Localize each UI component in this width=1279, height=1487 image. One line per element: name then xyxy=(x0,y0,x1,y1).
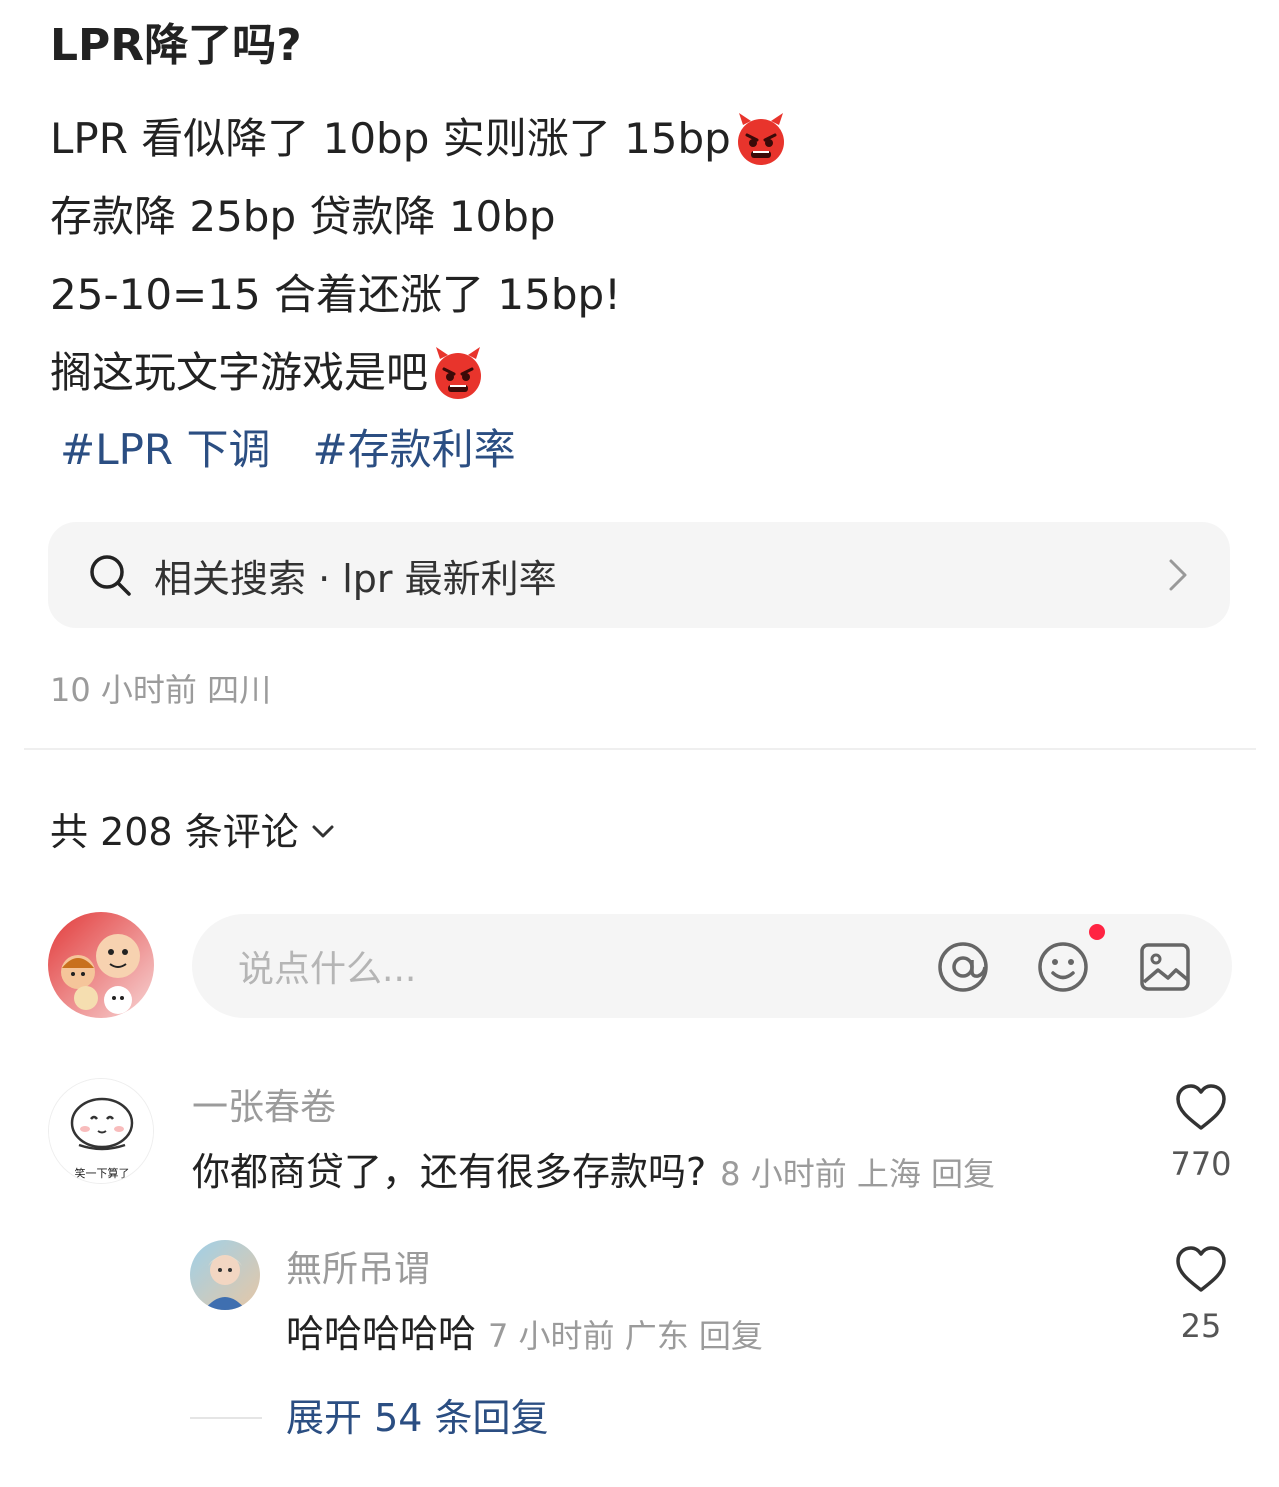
post-line-text: 25-10=15 合着还涨了 15bp! xyxy=(50,270,621,319)
avatar-image: 笑一下算了 xyxy=(49,1079,153,1183)
expand-replies-row[interactable]: 展开 54 条回复 xyxy=(190,1392,549,1444)
comment-content: 哈哈哈哈哈 7 小时前 广东 回复 xyxy=(286,1308,763,1362)
heart-icon xyxy=(1176,1246,1226,1292)
like-count: 770 xyxy=(1170,1145,1232,1183)
chevron-down-icon xyxy=(312,825,334,838)
emoji-icon[interactable] xyxy=(1036,940,1090,994)
like-button[interactable]: 770 xyxy=(1166,1082,1236,1186)
post-line-text: 搁这玩文字游戏是吧 xyxy=(50,348,429,397)
comment-text: 你都商贷了，还有很多存款吗? xyxy=(192,1150,707,1194)
related-search-text: 相关搜索 · lpr 最新利率 xyxy=(154,556,557,601)
comment-text: 哈哈哈哈哈 xyxy=(286,1312,477,1356)
post-title: LPR降了吗? xyxy=(50,20,302,71)
image-icon[interactable] xyxy=(1138,940,1192,994)
expand-replies-button[interactable]: 展开 54 条回复 xyxy=(286,1392,549,1444)
angry-devil-emoji xyxy=(737,113,784,165)
comment-meta-reply[interactable]: 8 小时前 上海 回复 xyxy=(720,1155,995,1193)
hashtag-deposit-rate[interactable]: #存款利率 xyxy=(312,418,515,482)
post-meta: 10 小时前 四川 xyxy=(50,671,272,709)
angry-devil-emoji xyxy=(435,347,482,399)
avatar-image xyxy=(190,1240,260,1310)
current-user-avatar[interactable] xyxy=(48,912,154,1018)
chevron-right-icon xyxy=(1169,559,1187,591)
notification-dot xyxy=(1089,924,1105,940)
comment-count-label: 共 208 条评论 xyxy=(50,810,299,854)
at-mention-icon[interactable] xyxy=(936,940,990,994)
related-search-bar[interactable]: 相关搜索 · lpr 最新利率 xyxy=(48,522,1230,628)
comment-content: 你都商贷了，还有很多存款吗? 8 小时前 上海 回复 xyxy=(192,1146,995,1200)
commenter-avatar[interactable]: 笑一下算了 xyxy=(48,1078,154,1184)
avatar-caption: 笑一下算了 xyxy=(75,1166,130,1180)
hashtag-lpr[interactable]: #LPR 下调 xyxy=(60,418,270,482)
comment-input-box[interactable]: 说点什么... xyxy=(192,914,1232,1018)
avatar-image xyxy=(48,912,154,1018)
like-count: 25 xyxy=(1180,1307,1222,1345)
post-line: 25-10=15 合着还涨了 15bp! xyxy=(50,256,789,334)
search-icon xyxy=(90,555,131,596)
post-line-text: LPR 看似降了 10bp 实则涨了 15bp xyxy=(50,114,731,163)
post-line-text: 存款降 25bp 贷款降 10bp xyxy=(50,192,556,241)
comment-count-toggle[interactable]: 共 208 条评论 xyxy=(50,804,335,860)
post-line: LPR 看似降了 10bp 实则涨了 15bp xyxy=(50,100,789,178)
hashtag-list: #LPR 下调 #存款利率 xyxy=(60,418,516,482)
commenter-avatar[interactable] xyxy=(190,1240,260,1310)
expand-divider-line xyxy=(190,1417,262,1419)
post-line: 存款降 25bp 贷款降 10bp xyxy=(50,178,789,256)
like-button[interactable]: 25 xyxy=(1166,1244,1236,1348)
comment-input-placeholder: 说点什么... xyxy=(238,949,417,990)
divider xyxy=(24,748,1256,750)
post-line: 搁这玩文字游戏是吧 xyxy=(50,334,789,412)
heart-icon xyxy=(1176,1084,1226,1130)
post-body: LPR 看似降了 10bp 实则涨了 15bp 存款降 25bp 贷款降 10b… xyxy=(50,100,789,412)
comment-meta-reply[interactable]: 7 小时前 广东 回复 xyxy=(488,1317,763,1355)
comment-author[interactable]: 一张春卷 xyxy=(192,1082,336,1134)
comment-author[interactable]: 無所吊谓 xyxy=(286,1244,430,1296)
